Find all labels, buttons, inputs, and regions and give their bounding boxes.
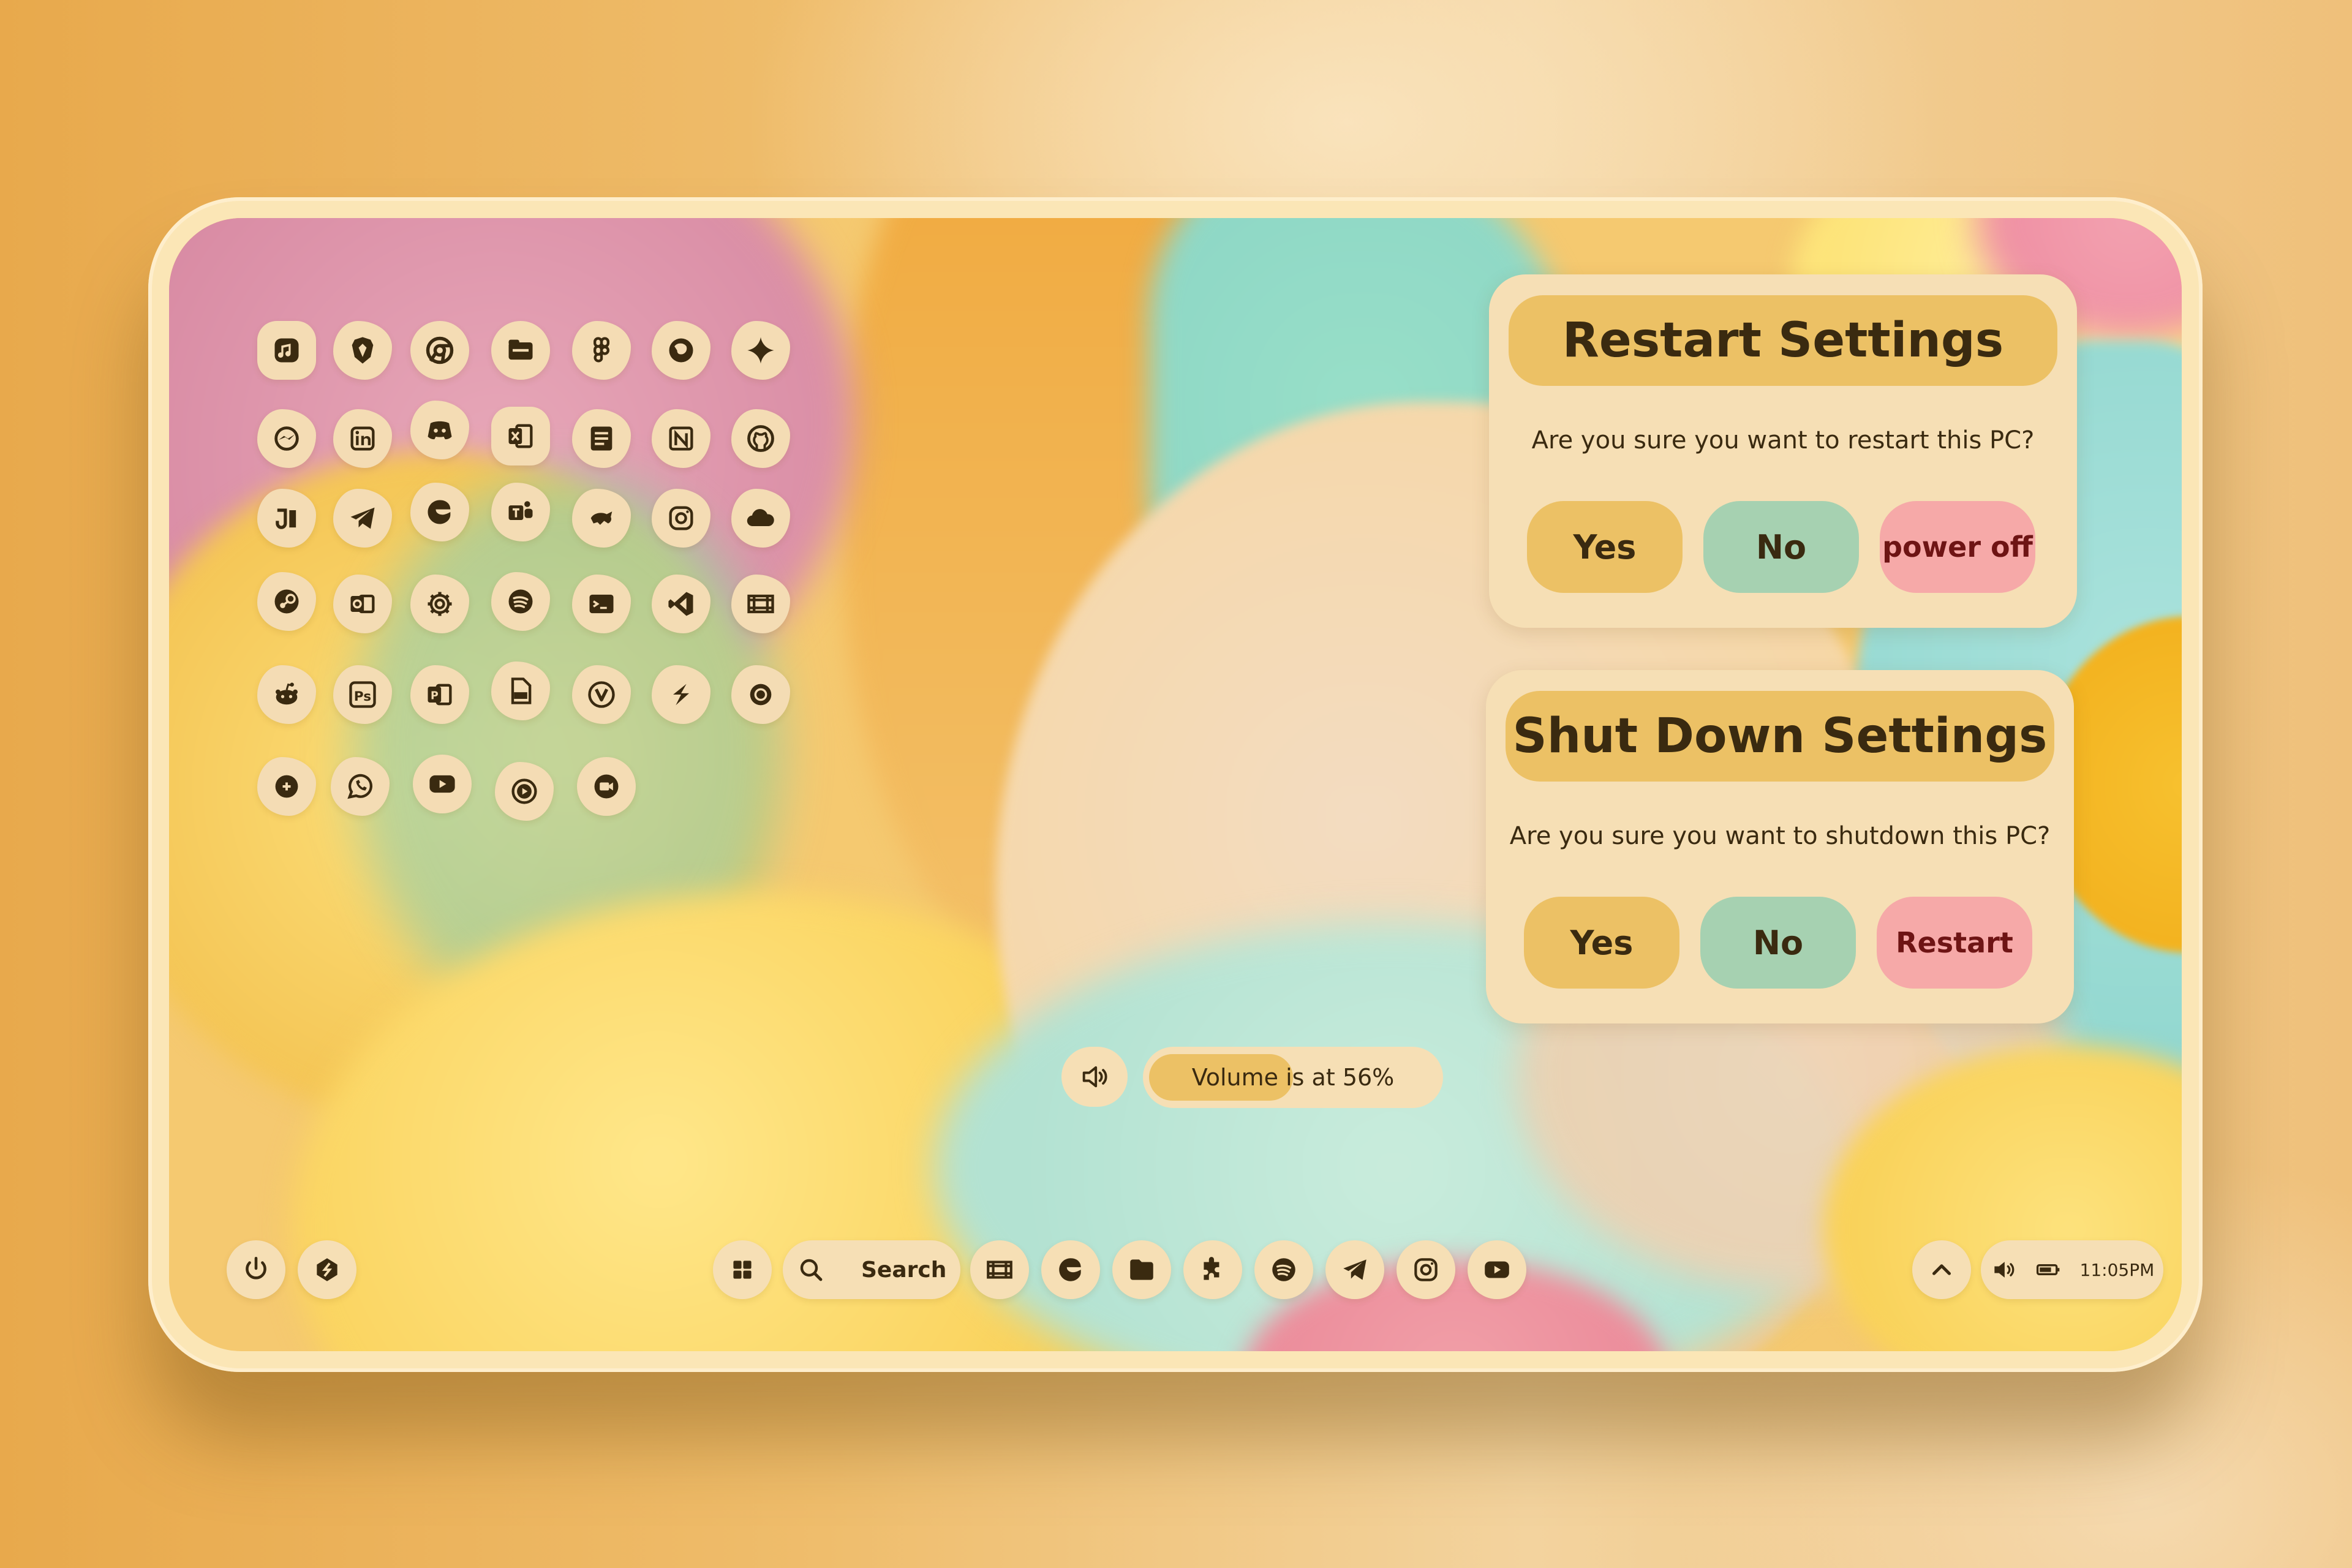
volume-icon[interactable]	[1990, 1256, 2017, 1283]
meet-icon[interactable]	[577, 757, 636, 816]
show-hidden-icons-button[interactable]	[1912, 1240, 1971, 1299]
stripe-icon[interactable]	[652, 665, 710, 724]
telegram-icon[interactable]	[333, 489, 392, 548]
taskbar-youtube-app[interactable]	[1468, 1240, 1526, 1299]
taskbar-extensions-app[interactable]	[1183, 1240, 1242, 1299]
obs-icon[interactable]	[731, 665, 790, 724]
taskbar-spotify-app[interactable]	[1254, 1240, 1313, 1299]
windows-icon	[733, 1261, 752, 1279]
restart-no-button[interactable]: No	[1703, 501, 1859, 593]
excel-icon[interactable]	[491, 407, 550, 466]
chameleon-icon[interactable]	[572, 489, 631, 548]
taskbar-search[interactable]: Search	[783, 1240, 960, 1299]
volume-slider[interactable]: Volume is at 56%	[1143, 1047, 1443, 1108]
steam-icon[interactable]	[257, 572, 316, 631]
files-icon[interactable]	[491, 321, 550, 380]
puzzle-icon	[1204, 1257, 1219, 1280]
power-button[interactable]	[227, 1240, 285, 1299]
restart-dialog-question: Are you sure you want to restart this PC…	[1531, 426, 2035, 454]
volume-button[interactable]	[1061, 1047, 1128, 1107]
messenger-icon[interactable]	[257, 409, 316, 468]
onedrive-icon[interactable]	[731, 489, 790, 548]
taskbar-telegram-app[interactable]	[1325, 1240, 1384, 1299]
device-frame: Ps P Restart Settings Are you sure you w…	[148, 197, 2203, 1372]
power-icon	[246, 1256, 266, 1280]
film-icon	[987, 1261, 1012, 1279]
shutdown-no-button[interactable]: No	[1700, 897, 1856, 989]
chrome-icon[interactable]	[410, 321, 469, 380]
settings-icon[interactable]	[410, 575, 469, 633]
apple-music-icon[interactable]	[257, 321, 316, 380]
spotify-icon[interactable]	[491, 572, 550, 631]
svg-text:Ps: Ps	[354, 689, 371, 704]
clock[interactable]: 11:05PM	[2080, 1260, 2155, 1280]
desktop-screen: Ps P Restart Settings Are you sure you w…	[169, 218, 2182, 1351]
shutdown-dialog-question: Are you sure you want to shutdown this P…	[1509, 822, 2051, 850]
shutdown-dialog: Shut Down Settings Are you sure you want…	[1486, 670, 2074, 1023]
battery-icon[interactable]	[2035, 1256, 2062, 1283]
teams-icon[interactable]	[491, 483, 550, 541]
speaker-icon	[1082, 1066, 1107, 1088]
vscode-icon[interactable]	[652, 575, 710, 633]
linkedin-icon[interactable]	[333, 409, 392, 468]
film-icon[interactable]	[731, 575, 790, 633]
signal-icon[interactable]	[257, 757, 316, 816]
terminal-icon[interactable]	[572, 575, 631, 633]
pdf-icon[interactable]	[491, 662, 550, 720]
notes-icon[interactable]	[572, 409, 631, 468]
start-button[interactable]	[713, 1240, 772, 1299]
edge-icon[interactable]	[410, 483, 469, 541]
notion-icon[interactable]	[652, 409, 710, 468]
whatsapp-icon[interactable]	[331, 757, 390, 816]
figma-icon[interactable]	[572, 321, 631, 380]
youtube-icon[interactable]	[413, 755, 472, 813]
github-icon[interactable]	[731, 409, 790, 468]
firefox-icon[interactable]	[652, 321, 710, 380]
search-label: Search	[861, 1257, 947, 1283]
shutdown-dialog-title: Shut Down Settings	[1506, 691, 2054, 782]
photoshop-icon[interactable]: Ps	[333, 665, 392, 724]
widgets-button[interactable]	[298, 1240, 356, 1299]
search-icon	[800, 1259, 823, 1281]
reddit-icon[interactable]	[257, 665, 316, 724]
instagram-icon[interactable]	[652, 489, 710, 548]
jira-icon[interactable]	[257, 489, 316, 548]
volume-label: Volume is at 56%	[1191, 1064, 1395, 1091]
svg-text:P: P	[431, 690, 439, 703]
media-player-icon[interactable]	[495, 762, 554, 821]
restart-yes-button[interactable]: Yes	[1527, 501, 1683, 593]
brave-icon[interactable]	[333, 321, 392, 380]
discord-icon[interactable]	[410, 401, 469, 459]
gemini-icon[interactable]	[731, 321, 790, 380]
chevron-up-icon	[1932, 1264, 1951, 1275]
instagram-icon	[1414, 1258, 1438, 1281]
taskbar-instagram-app[interactable]	[1396, 1240, 1455, 1299]
taskbar-files-app[interactable]	[1112, 1240, 1171, 1299]
telegram-icon	[1343, 1259, 1366, 1280]
folder-icon	[1130, 1259, 1153, 1280]
restart-button[interactable]: Restart	[1877, 897, 2032, 989]
restart-dialog: Restart Settings Are you sure you want t…	[1489, 274, 2077, 628]
edge-icon	[1059, 1258, 1081, 1281]
shutdown-yes-button[interactable]: Yes	[1524, 897, 1679, 989]
outlook-icon[interactable]	[333, 575, 392, 633]
restart-dialog-title: Restart Settings	[1509, 295, 2057, 386]
power-off-button[interactable]: power off	[1880, 501, 2035, 593]
spotify-icon	[1272, 1258, 1295, 1281]
taskbar-edge-app[interactable]	[1041, 1240, 1100, 1299]
system-tray[interactable]: 11:05PM	[1981, 1240, 2163, 1299]
widgets-icon	[317, 1258, 337, 1281]
vivaldi-icon[interactable]	[572, 665, 631, 724]
taskbar-film-app[interactable]	[970, 1240, 1029, 1299]
youtube-icon	[1485, 1261, 1509, 1278]
powerpoint-icon[interactable]: P	[410, 665, 469, 724]
